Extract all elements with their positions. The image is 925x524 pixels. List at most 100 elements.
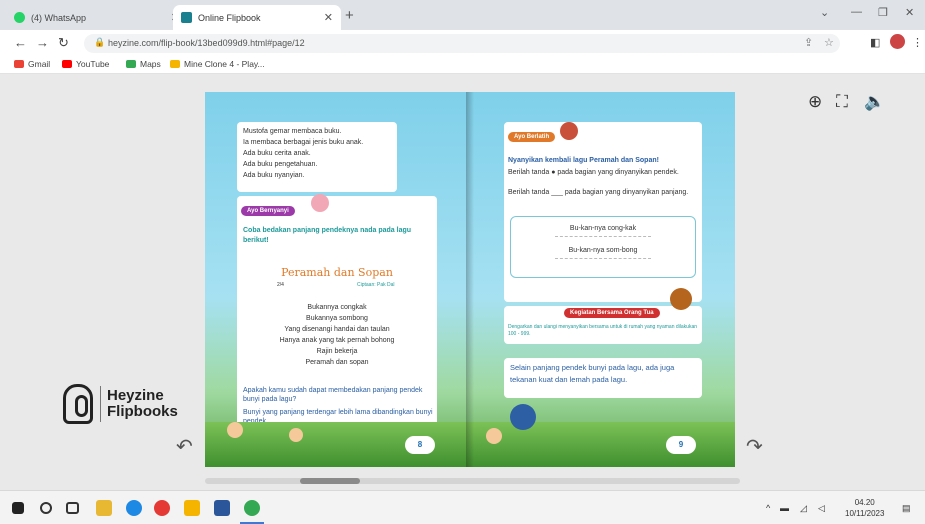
avatar[interactable] xyxy=(890,34,905,49)
whatsapp-icon xyxy=(14,12,25,23)
practice-line: Bu-kan-nya som-bong xyxy=(568,247,638,254)
lyric-line: Bukannya sombong xyxy=(306,315,368,322)
close-tab-icon[interactable]: ✕ xyxy=(324,11,333,24)
song-card: Ayo Bernyanyi Coba bedakan panjang pende… xyxy=(237,194,437,438)
windows-taskbar: ^ ▬ ◿ ◁ 04.20 10/11/2023 ▤ xyxy=(0,490,925,524)
practice-line: Bu-kan-nya cong-kak xyxy=(569,225,637,232)
clock[interactable]: 04.20 10/11/2023 xyxy=(845,497,884,519)
date: 10/11/2023 xyxy=(845,509,885,518)
bookmarks-bar: Gmail YouTube Maps Mine Clone 4 - Play..… xyxy=(0,56,925,74)
fullscreen-icon[interactable]: ⛶ xyxy=(836,92,848,112)
bookmark-mine-clone[interactable]: Mine Clone 4 - Play... xyxy=(170,59,265,69)
summary-card: Selain panjang pendek bunyi pada lagu, a… xyxy=(504,358,702,398)
exercise-instruction: Nyanyikan kembali lagu Peramah dan Sopan… xyxy=(508,157,659,164)
windows-start-icon[interactable] xyxy=(12,502,24,514)
volume-icon[interactable]: ◁ xyxy=(818,503,825,514)
family-illustration xyxy=(670,288,692,310)
bookmark-star-icon[interactable]: ☆ xyxy=(824,36,834,49)
girl-illustration xyxy=(311,194,329,212)
tab-label: Online Flipbook xyxy=(198,12,261,23)
adult-illustration xyxy=(510,404,536,430)
bookmark-gmail[interactable]: Gmail xyxy=(14,59,50,69)
heyzine-logo-mark xyxy=(63,384,93,424)
file-explorer-icon[interactable] xyxy=(96,500,112,516)
chrome-icon[interactable] xyxy=(244,500,260,516)
url-field[interactable]: 🔒 heyzine.com/flip-book/13bed099d9.html#… xyxy=(84,34,840,53)
reload-icon[interactable]: ↻ xyxy=(58,35,69,51)
bookmark-maps[interactable]: Maps xyxy=(126,59,161,69)
song-title: Peramah dan Sopan xyxy=(281,266,393,279)
parent-activity-tag: Kegiatan Bersama Orang Tua xyxy=(564,308,660,318)
menu-icon[interactable]: ⋮ xyxy=(912,36,923,49)
lock-icon: 🔒 xyxy=(94,37,106,47)
intro-line: Ia membaca berbagai jenis buku anak. xyxy=(243,139,364,146)
question: Apakah kamu sudah dapat membedakan panja… xyxy=(243,387,423,403)
share-icon[interactable]: ⇪ xyxy=(804,36,813,49)
summary-text: Selain panjang pendek bunyi pada lagu, a… xyxy=(510,363,675,384)
tab-online-flipbook[interactable]: Online Flipbook ✕ xyxy=(173,5,341,30)
right-page: Ayo Berlatih Nyanyikan kembali lagu Pera… xyxy=(470,92,735,467)
intro-line: Ada buku cerita anak. xyxy=(243,150,311,157)
youtube-icon xyxy=(62,60,72,68)
previous-page-arrow-icon[interactable]: ↶ xyxy=(176,434,193,459)
heyzine-logo: Heyzine Flipbooks xyxy=(63,384,178,424)
app-icon[interactable] xyxy=(184,500,200,516)
bookmark-youtube[interactable]: YouTube xyxy=(62,59,109,69)
time: 04.20 xyxy=(854,498,875,507)
tab-whatsapp[interactable]: (4) WhatsApp ✕ xyxy=(6,5,188,30)
search-icon[interactable] xyxy=(40,502,52,514)
hint-short: Berilah tanda ● pada bagian yang dinyany… xyxy=(508,169,679,176)
close-window-button[interactable]: ✕ xyxy=(905,6,914,19)
back-icon[interactable]: ← xyxy=(14,35,27,50)
maps-icon xyxy=(126,60,136,68)
intro-line: Mustofa gemar membaca buku. xyxy=(243,128,342,135)
intro-line: Ada buku pengetahuan. xyxy=(243,161,318,168)
restore-button[interactable]: ❐ xyxy=(878,6,888,19)
notification-icon[interactable]: ▤ xyxy=(902,503,911,514)
tray-chevron-icon[interactable]: ^ xyxy=(766,503,770,513)
exercise-card: Ayo Berlatih Nyanyikan kembali lagu Pera… xyxy=(504,122,702,302)
game-icon xyxy=(170,60,180,68)
edge-icon[interactable] xyxy=(126,500,142,516)
sound-icon[interactable]: 🔈 xyxy=(864,92,885,112)
intro-line: Ada buku nyanyian. xyxy=(243,172,305,179)
book-spine xyxy=(466,92,474,467)
intro-card: Mustofa gemar membaca buku. Ia membaca b… xyxy=(237,122,397,192)
tab-strip: (4) WhatsApp ✕ Online Flipbook ✕ + ⌄ — ❐… xyxy=(0,0,925,30)
lyrics: Bukannya congkak Bukannya sombong Yang d… xyxy=(237,302,437,368)
page-number: 8 xyxy=(405,436,435,454)
girl-illustration xyxy=(560,122,578,140)
gmail-icon xyxy=(14,60,24,68)
ayo-bernyanyi-tag: Ayo Bernyanyi xyxy=(241,206,295,216)
tab-search-icon[interactable]: ⌄ xyxy=(820,6,829,19)
scrollbar-thumb[interactable] xyxy=(300,478,360,484)
zoom-in-icon[interactable]: ⊕ xyxy=(808,92,822,112)
word-icon[interactable] xyxy=(214,500,230,516)
song-meter: 2/4 xyxy=(277,282,284,288)
minimize-button[interactable]: — xyxy=(851,6,862,18)
horizontal-scrollbar[interactable] xyxy=(205,478,740,484)
logo-line1: Heyzine xyxy=(107,387,164,404)
tab-label: (4) WhatsApp xyxy=(31,12,87,23)
next-page-arrow-icon[interactable]: ↷ xyxy=(746,434,763,459)
lyric-line: Bukannya congkak xyxy=(307,304,367,311)
left-page: Mustofa gemar membaca buku. Ia membaca b… xyxy=(205,92,470,467)
practice-box: Bu-kan-nya cong-kak Bu-kan-nya som-bong xyxy=(510,216,696,278)
lyric-line: Peramah dan sopan xyxy=(305,359,369,366)
child-illustration xyxy=(486,428,502,444)
ayo-berlatih-tag: Ayo Berlatih xyxy=(508,132,556,142)
app-icon[interactable] xyxy=(154,500,170,516)
flipbook-viewer: ⊕ ⛶ 🔈 Heyzine Flipbooks ↶ ↷ Mustofa gema… xyxy=(0,74,925,490)
wifi-icon[interactable]: ◿ xyxy=(800,503,807,514)
url-text: heyzine.com/flip-book/13bed099d9.html#pa… xyxy=(108,38,305,48)
forward-icon[interactable]: → xyxy=(36,35,49,50)
task-view-icon[interactable] xyxy=(66,502,79,514)
song-composer: Ciptaan: Pak Dal xyxy=(357,282,395,288)
parent-note: Dengarkan dan ulangi menyanyikan bersama… xyxy=(508,324,698,337)
sidebar-icon[interactable]: ◧ xyxy=(870,36,880,49)
hint-long: Berilah tanda ___ pada bagian yang dinya… xyxy=(508,189,689,196)
network-icon[interactable]: ▬ xyxy=(780,503,789,513)
new-tab-button[interactable]: + xyxy=(345,7,354,24)
lyric-line: Rajin bekerja xyxy=(316,348,358,355)
lyric-line: Yang disenangi handai dan taulan xyxy=(284,326,390,333)
